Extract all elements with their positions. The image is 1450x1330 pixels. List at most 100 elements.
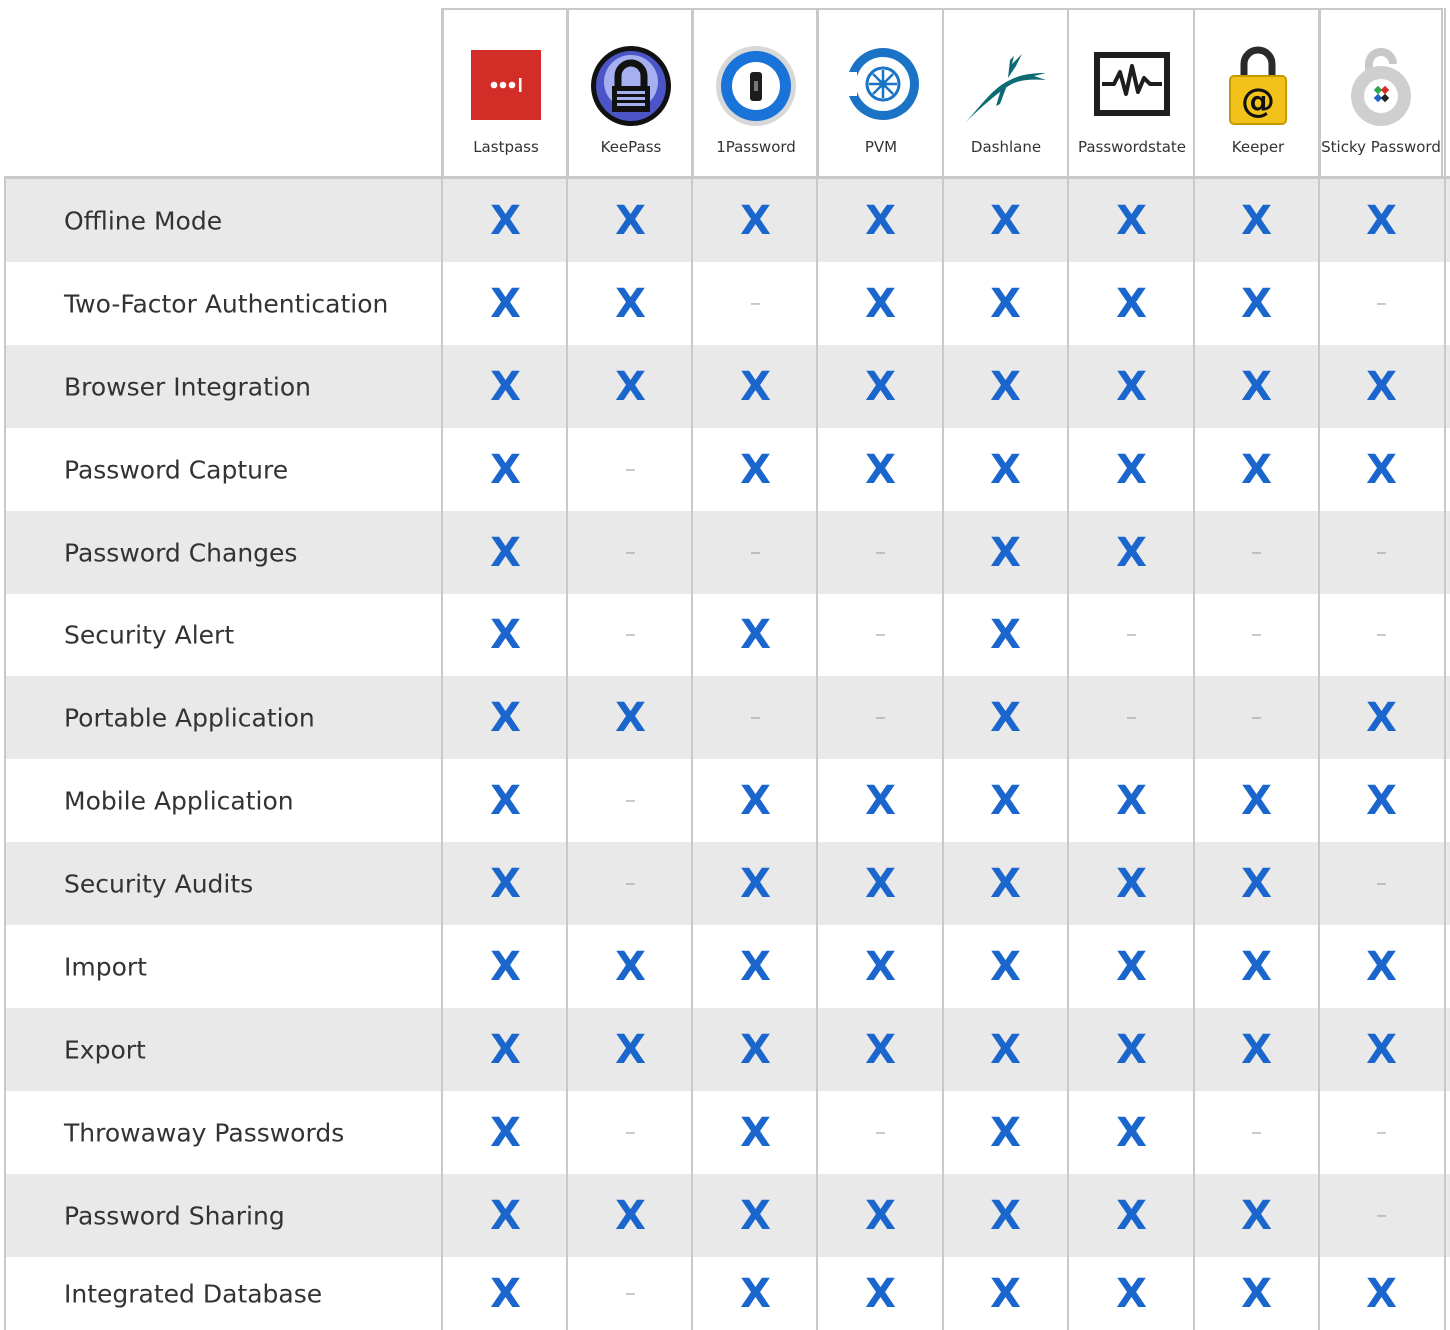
support-cell-lastpass: X — [443, 428, 568, 511]
support-cell-sticky-password: – — [1319, 262, 1444, 345]
support-cell-pvm: X — [818, 759, 943, 842]
support-cell-keeper: X — [1194, 1008, 1319, 1091]
supported-mark: X — [490, 694, 521, 741]
supported-mark: X — [1116, 280, 1147, 327]
supported-mark: X — [1366, 777, 1397, 824]
supported-mark: X — [1116, 1270, 1147, 1317]
support-cell-passwordstate: X — [1069, 1091, 1194, 1174]
support-cell-1password: – — [693, 262, 818, 345]
feature-label: Security Alert — [64, 620, 235, 650]
product-header-pvm: PVM — [817, 8, 943, 176]
support-cell-passwordstate: X — [1069, 345, 1194, 428]
supported-mark: X — [1116, 363, 1147, 410]
support-cell-dashlane: X — [943, 1257, 1068, 1330]
supported-mark: X — [990, 280, 1021, 327]
support-cell-1password: X — [693, 842, 818, 925]
support-cell-dashlane: X — [943, 1091, 1068, 1174]
not-supported-mark: – — [1127, 626, 1136, 643]
supported-mark: X — [1241, 943, 1272, 990]
supported-mark: X — [490, 1192, 521, 1239]
supported-mark: X — [990, 1109, 1021, 1156]
support-cell-lastpass: X — [443, 925, 568, 1008]
support-cell-keepass: X — [568, 1174, 693, 1257]
table-row: Mobile Application X – X X X X X X — [6, 759, 1450, 842]
support-cell-passwordstate: – — [1069, 676, 1194, 759]
support-cell-1password: X — [693, 594, 818, 676]
passwordstate-monitor-logo-icon — [1094, 52, 1170, 116]
not-supported-mark: – — [1377, 294, 1386, 312]
table-row: Security Alert X – X – X – – – — [6, 594, 1450, 676]
product-name: Dashlane — [970, 138, 1042, 156]
support-cell-pvm: X — [818, 1008, 943, 1091]
supported-mark: X — [615, 280, 646, 327]
column-divider — [1067, 8, 1069, 1330]
supported-mark: X — [990, 529, 1021, 576]
support-cell-keeper: – — [1194, 594, 1319, 676]
product-header-passwordstate: Passwordstate — [1067, 8, 1195, 176]
supported-mark: X — [865, 363, 896, 410]
support-cell-passwordstate: X — [1069, 1008, 1194, 1091]
feature-label: Password Capture — [64, 455, 289, 484]
support-cell-dashlane: X — [943, 1174, 1068, 1257]
supported-mark: X — [615, 363, 646, 410]
support-cell-passwordstate: X — [1069, 759, 1194, 842]
dashlane-gazelle-logo-icon — [966, 54, 1046, 122]
supported-mark: X — [740, 1192, 771, 1239]
not-supported-mark: – — [1252, 1123, 1261, 1141]
sticky-password-lock-logo-icon — [1351, 48, 1411, 126]
support-cell-keeper: X — [1194, 759, 1319, 842]
table-row: Integrated Database X – X X X X X X — [6, 1257, 1450, 1330]
feature-label: Offline Mode — [64, 206, 223, 235]
supported-mark: X — [865, 777, 896, 824]
supported-mark: X — [865, 280, 896, 327]
svg-text:@: @ — [1241, 81, 1275, 121]
support-cell-lastpass: X — [443, 594, 568, 676]
table-row: Password Sharing X X X X X X X – — [6, 1174, 1450, 1257]
not-supported-mark: – — [876, 708, 885, 726]
not-supported-mark: – — [751, 294, 760, 312]
supported-mark: X — [990, 1026, 1021, 1073]
not-supported-mark: – — [626, 543, 635, 561]
support-cell-dashlane: X — [943, 428, 1068, 511]
support-cell-pvm: X — [818, 842, 943, 925]
pvm-wheel-logo-icon — [841, 48, 919, 120]
not-supported-mark: – — [626, 460, 635, 478]
support-cell-keeper: X — [1194, 1174, 1319, 1257]
feature-label: Security Audits — [64, 869, 254, 898]
support-cell-pvm: X — [818, 1257, 943, 1330]
table-row: Password Capture X – X X X X X X — [6, 428, 1450, 511]
supported-mark: X — [865, 1270, 896, 1317]
feature-label: Browser Integration — [64, 372, 312, 401]
product-name: Passwordstate — [1077, 138, 1187, 156]
table-row: Password Changes X – – – X X – – — [6, 511, 1450, 594]
table-row: Two-Factor Authentication X X – X X X X – — [6, 262, 1450, 345]
support-cell-lastpass: X — [443, 1174, 568, 1257]
support-cell-keepass: X — [568, 676, 693, 759]
support-cell-keeper: X — [1194, 1257, 1319, 1330]
supported-mark: X — [990, 446, 1021, 493]
support-cell-sticky-password: X — [1319, 1257, 1444, 1330]
lastpass-logo-icon — [471, 50, 541, 120]
support-cell-keeper: – — [1194, 1091, 1319, 1174]
supported-mark: X — [740, 363, 771, 410]
supported-mark: X — [990, 943, 1021, 990]
support-cell-passwordstate: X — [1069, 1174, 1194, 1257]
not-supported-mark: – — [626, 791, 635, 809]
support-cell-keeper: – — [1194, 676, 1319, 759]
supported-mark: X — [1366, 446, 1397, 493]
supported-mark: X — [1241, 280, 1272, 327]
supported-mark: X — [865, 1192, 896, 1239]
supported-mark: X — [1366, 197, 1397, 244]
feature-label: Password Sharing — [64, 1201, 285, 1230]
not-supported-mark: – — [876, 626, 885, 643]
support-cell-dashlane: X — [943, 262, 1068, 345]
supported-mark: X — [490, 612, 521, 658]
support-cell-pvm: – — [818, 676, 943, 759]
column-divider — [942, 8, 944, 1330]
not-supported-mark: – — [1252, 543, 1261, 561]
support-cell-keeper: X — [1194, 262, 1319, 345]
support-cell-keeper: X — [1194, 428, 1319, 511]
support-cell-pvm: X — [818, 345, 943, 428]
supported-mark: X — [490, 943, 521, 990]
column-divider — [1193, 8, 1195, 1330]
